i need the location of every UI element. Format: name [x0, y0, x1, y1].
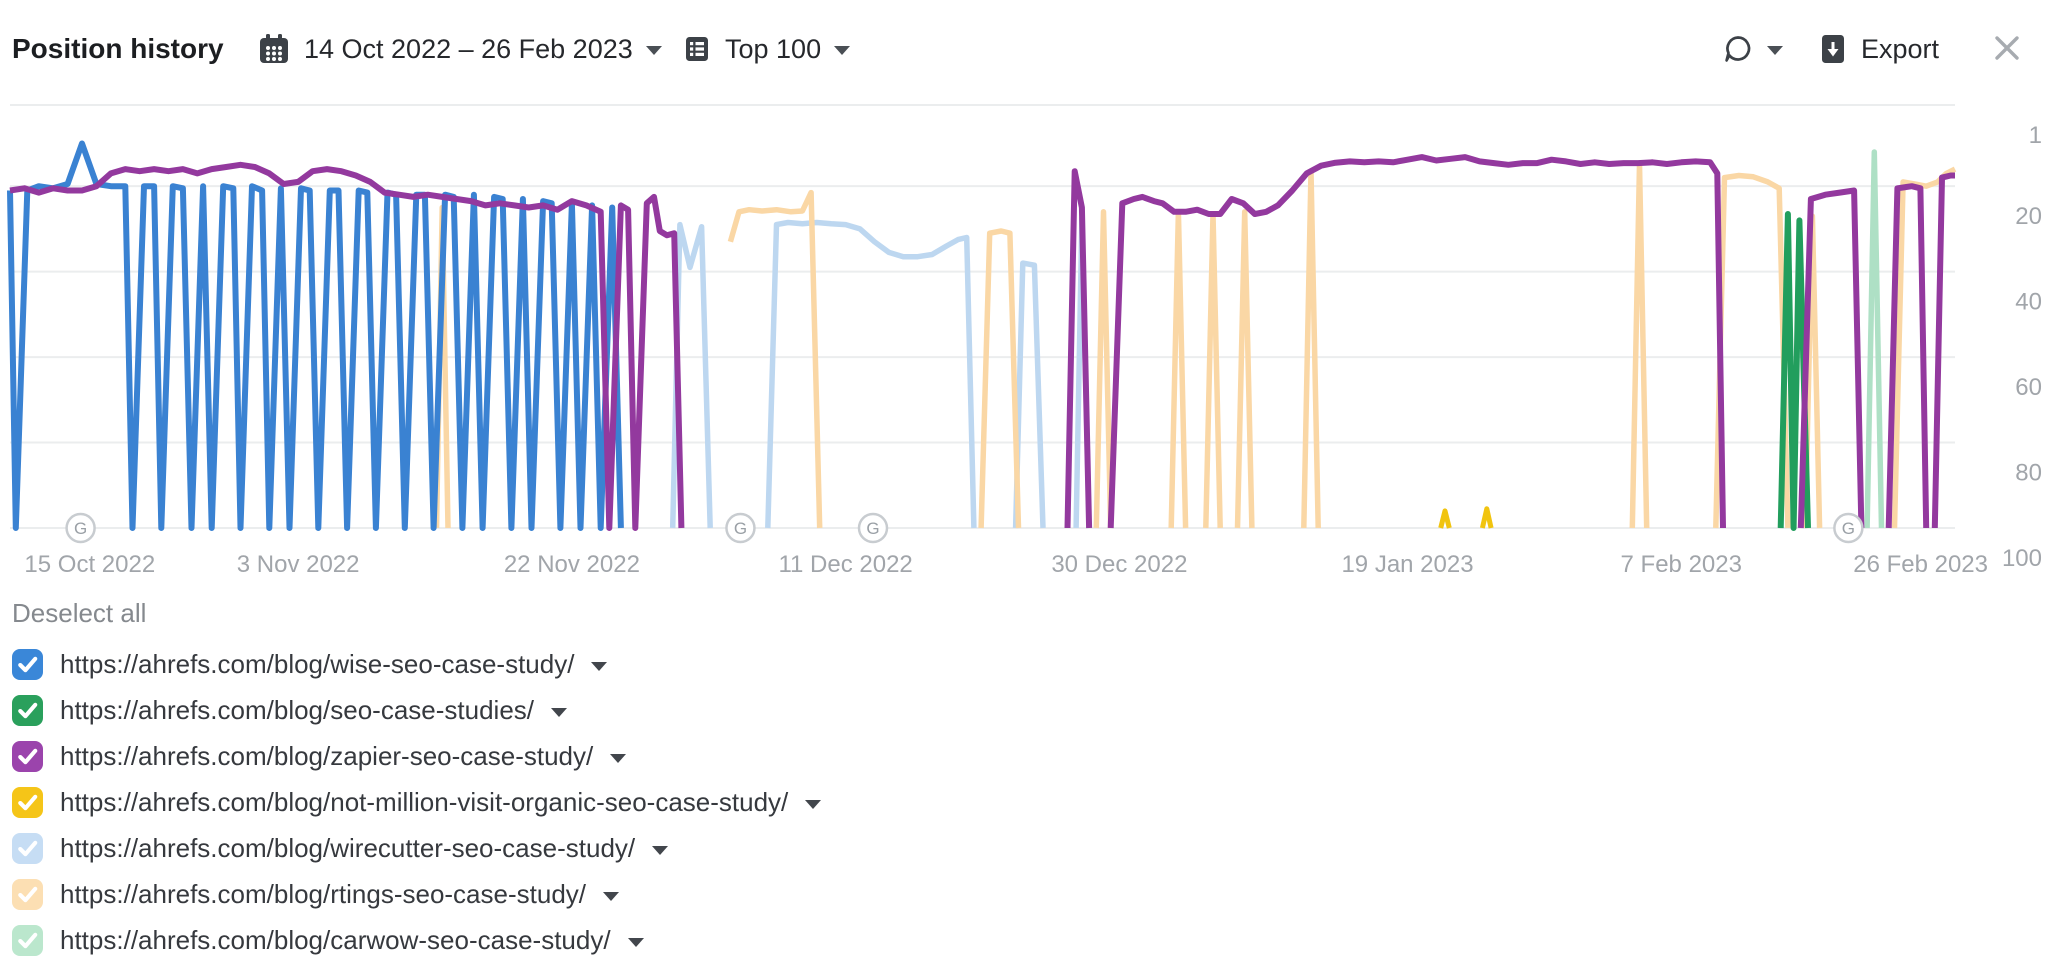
legend-row: https://ahrefs.com/blog/wirecutter-seo-c…	[12, 825, 2032, 871]
y-axis-label: 40	[2015, 289, 2042, 316]
checkmark-icon	[12, 833, 43, 864]
x-axis-label: 15 Oct 2022	[24, 551, 155, 578]
series-options-caret[interactable]	[603, 892, 619, 901]
date-range-picker[interactable]: 14 Oct 2022 – 26 Feb 2023	[257, 26, 662, 72]
y-axis-label: 60	[2015, 374, 2042, 401]
legend-row: https://ahrefs.com/blog/seo-case-studies…	[12, 687, 2032, 733]
date-range-value: 14 Oct 2022 – 26 Feb 2023	[304, 34, 633, 65]
series-checkbox[interactable]	[12, 695, 43, 726]
series-options-caret[interactable]	[628, 938, 644, 947]
x-axis-label: 26 Feb 2023	[1853, 551, 1988, 578]
series-url-label: https://ahrefs.com/blog/seo-case-studies…	[60, 695, 534, 726]
caret-down-icon	[834, 46, 850, 55]
panel-header: Position history 14 Oct 2022 – 26 Feb 20…	[0, 0, 2048, 85]
checkmark-icon	[12, 741, 43, 772]
series-options-caret[interactable]	[610, 754, 626, 763]
series-url-label: https://ahrefs.com/blog/rtings-seo-case-…	[60, 879, 586, 910]
checkmark-icon	[12, 787, 43, 818]
caret-down-icon	[646, 46, 662, 55]
series-checkbox[interactable]	[12, 741, 43, 772]
series-url-label: https://ahrefs.com/blog/wise-seo-case-st…	[60, 649, 574, 680]
series-rtings-seo-case-study	[981, 231, 1018, 528]
x-axis-label: 30 Dec 2022	[1051, 551, 1187, 578]
svg-text:G: G	[734, 519, 747, 538]
export-button[interactable]: Export	[1818, 26, 1939, 72]
export-file-icon	[1818, 33, 1848, 65]
series-checkbox[interactable]	[12, 649, 43, 680]
legend-rows: https://ahrefs.com/blog/wise-seo-case-st…	[12, 641, 2032, 963]
legend-row: https://ahrefs.com/blog/rtings-seo-case-…	[12, 871, 2032, 917]
series-options-caret[interactable]	[805, 800, 821, 809]
x-axis-label: 7 Feb 2023	[1621, 551, 1742, 578]
series-rtings-seo-case-study	[1096, 212, 1110, 528]
annotations-dropdown[interactable]	[1722, 26, 1783, 72]
legend-row: https://ahrefs.com/blog/not-million-visi…	[12, 779, 2032, 825]
checkmark-icon	[12, 925, 43, 956]
series-not-million-visit-organic-seo-case-study	[1482, 509, 1491, 528]
deselect-all-link[interactable]: Deselect all	[12, 598, 146, 629]
position-history-chart: 1 20 40 60 80 100 15 Oct 2022 3 Nov 2022 22 Nov …	[0, 85, 2048, 585]
series-rtings-seo-case-study	[1238, 212, 1252, 528]
series-rtings-seo-case-study	[1716, 176, 1788, 529]
panel-title: Position history	[12, 32, 224, 66]
checkmark-icon	[12, 695, 43, 726]
top-filter-value: Top 100	[725, 34, 821, 65]
series-rtings-seo-case-study	[1171, 212, 1185, 528]
series-carwow-seo-case-study	[1867, 152, 1881, 528]
svg-text:G: G	[866, 519, 879, 538]
chart-legend: Deselect all https://ahrefs.com/blog/wis…	[12, 585, 2032, 963]
series-rtings-seo-case-study	[1632, 164, 1646, 528]
series-checkbox[interactable]	[12, 787, 43, 818]
checkmark-icon	[12, 879, 43, 910]
series-checkbox[interactable]	[12, 833, 43, 864]
series-options-caret[interactable]	[591, 662, 607, 671]
export-label: Export	[1861, 34, 1939, 65]
y-axis-label: 100	[2002, 545, 2042, 572]
positions-list-icon	[682, 34, 712, 64]
series-checkbox[interactable]	[12, 925, 43, 956]
legend-row: https://ahrefs.com/blog/wise-seo-case-st…	[12, 641, 2032, 687]
y-axis-label: 80	[2015, 460, 2042, 487]
legend-row: https://ahrefs.com/blog/carwow-seo-case-…	[12, 917, 2032, 963]
series-options-caret[interactable]	[551, 708, 567, 717]
svg-text:G: G	[74, 519, 87, 538]
position-history-panel: Position history 14 Oct 2022 – 26 Feb 20…	[0, 0, 2048, 980]
calendar-icon	[257, 32, 291, 66]
series-options-caret[interactable]	[652, 846, 668, 855]
series-rtings-seo-case-study	[1304, 171, 1318, 528]
series-url-label: https://ahrefs.com/blog/carwow-seo-case-…	[60, 925, 611, 956]
series-wirecutter-seo-case-study	[768, 223, 974, 529]
series-zapier-seo-case-study	[1935, 176, 1955, 529]
y-axis-label: 20	[2015, 203, 2042, 230]
series-not-million-visit-organic-seo-case-study	[1441, 511, 1450, 528]
caret-down-icon	[1767, 46, 1783, 55]
series-url-label: https://ahrefs.com/blog/zapier-seo-case-…	[60, 741, 593, 772]
series-rtings-seo-case-study	[1206, 214, 1220, 528]
series-url-label: https://ahrefs.com/blog/not-million-visi…	[60, 787, 788, 818]
svg-text:G: G	[1842, 519, 1855, 538]
checkmark-icon	[12, 649, 43, 680]
x-axis-label: 11 Dec 2022	[778, 551, 912, 578]
google-update-badge[interactable]: G	[1834, 514, 1862, 542]
comment-bubble-icon	[1722, 33, 1754, 65]
google-update-badge[interactable]: G	[67, 514, 95, 542]
series-wise-seo-case-study	[10, 144, 621, 529]
series-url-label: https://ahrefs.com/blog/wirecutter-seo-c…	[60, 833, 635, 864]
x-axis-label: 19 Jan 2023	[1341, 551, 1473, 578]
google-update-badge[interactable]: G	[859, 514, 887, 542]
legend-row: https://ahrefs.com/blog/zapier-seo-case-…	[12, 733, 2032, 779]
x-axis-label: 22 Nov 2022	[504, 551, 640, 578]
y-axis-label: 1	[2029, 122, 2042, 149]
x-axis-label: 3 Nov 2022	[237, 551, 360, 578]
series-checkbox[interactable]	[12, 879, 43, 910]
google-update-badge[interactable]: G	[726, 514, 754, 542]
close-button[interactable]	[1992, 33, 2022, 63]
top-positions-filter[interactable]: Top 100	[682, 26, 850, 72]
